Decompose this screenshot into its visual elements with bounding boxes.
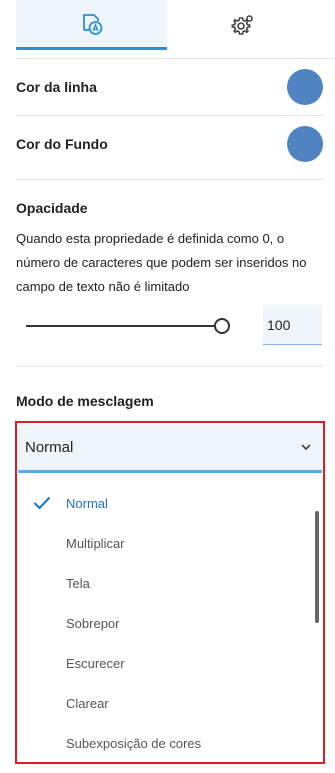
menu-scrollbar[interactable] (315, 511, 319, 623)
opacity-value-input[interactable] (263, 305, 322, 345)
option-label: Clarear (66, 695, 109, 711)
slider-track (26, 325, 215, 327)
option-label: Multiplicar (66, 535, 125, 551)
blend-mode-selected-value: Normal (25, 438, 74, 456)
background-color-swatch[interactable] (287, 126, 323, 162)
option-tela[interactable]: Tela (18, 563, 308, 603)
option-sobrepor[interactable]: Sobrepor (18, 603, 308, 643)
option-subexposicao-de-cores[interactable]: Subexposição de cores (18, 723, 308, 762)
option-label: Escurecer (66, 655, 125, 671)
panel-tabs (16, 0, 335, 50)
line-color-label: Cor da linha (16, 79, 97, 95)
tab-settings[interactable] (167, 0, 318, 50)
checkmark-icon (33, 496, 51, 510)
option-clarear[interactable]: Clarear (18, 683, 308, 723)
text-style-icon (82, 13, 102, 35)
option-normal[interactable]: Normal (18, 483, 308, 523)
background-color-label: Cor do Fundo (16, 136, 108, 152)
opacity-description: Quando esta propriedade é definida como … (16, 231, 307, 294)
divider (16, 179, 323, 180)
option-escurecer[interactable]: Escurecer (18, 643, 308, 683)
blend-mode-select[interactable]: Normal (18, 424, 322, 473)
option-multiplicar[interactable]: Multiplicar (18, 523, 308, 563)
chevron-down-icon (301, 444, 311, 451)
option-label: Sobrepor (66, 615, 120, 631)
option-label: Subexposição de cores (66, 735, 202, 751)
option-label: Tela (66, 575, 90, 591)
divider (16, 366, 323, 367)
tab-text-style[interactable] (16, 0, 167, 50)
blend-mode-title: Modo de mesclagem (16, 393, 154, 409)
background-color-row: Cor do Fundo (16, 125, 323, 163)
blend-mode-options: Normal Multiplicar Tela Sobrepor Escurec… (18, 479, 322, 762)
line-color-swatch[interactable] (287, 69, 323, 105)
gear-icon (231, 15, 253, 35)
option-label: Normal (66, 495, 108, 511)
divider (16, 115, 323, 116)
tabs-divider (16, 58, 335, 59)
opacity-title: Opacidade (16, 200, 88, 216)
line-color-row: Cor da linha (16, 68, 323, 106)
opacity-slider[interactable] (26, 318, 230, 334)
blend-mode-dropdown: Normal Normal Multiplicar Tela Sobrepor (15, 421, 325, 764)
slider-thumb[interactable] (214, 318, 230, 334)
